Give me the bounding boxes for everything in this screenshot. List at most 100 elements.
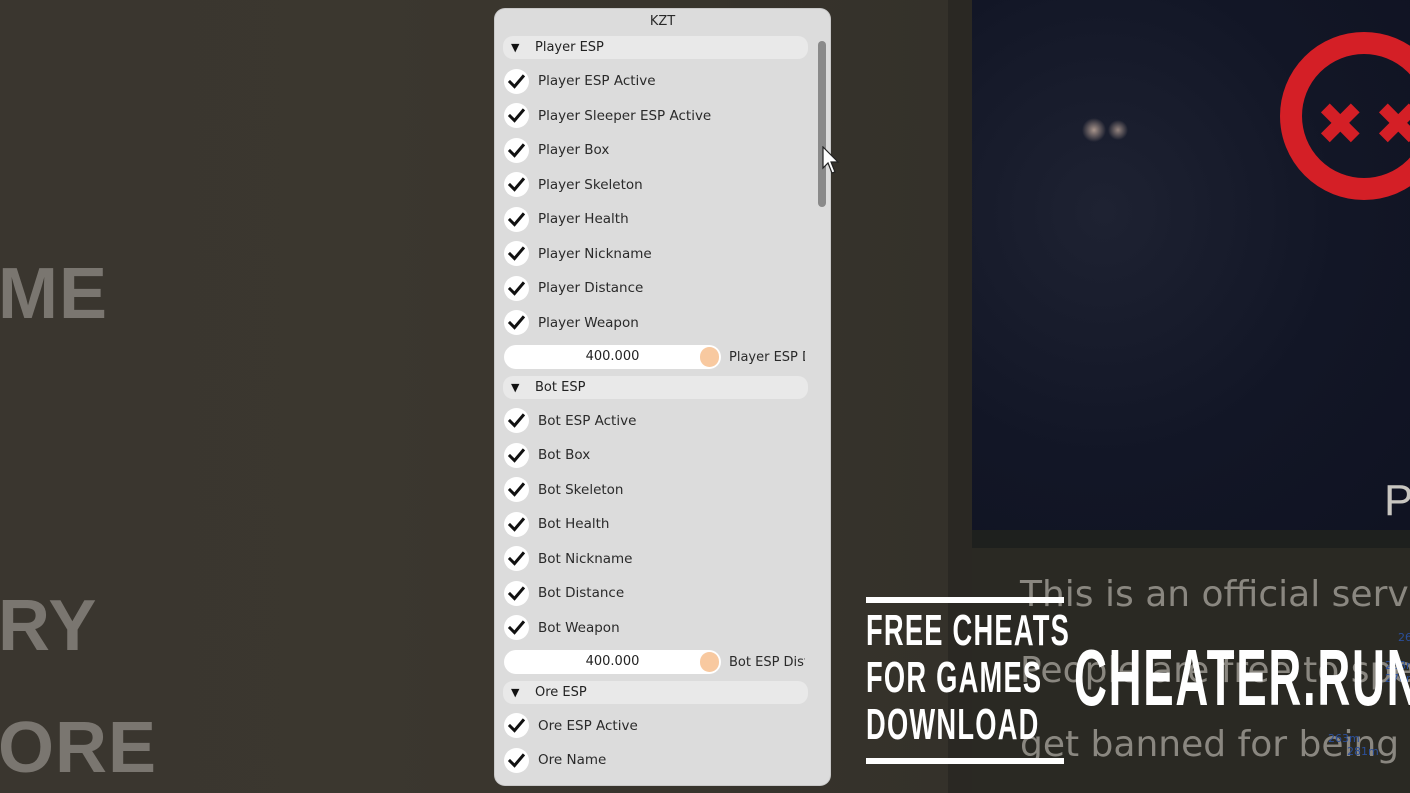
checkmark-icon <box>508 481 525 498</box>
checkmark-icon <box>508 717 525 734</box>
expand-triangle-icon: ▼ <box>511 41 520 54</box>
checkmark-icon <box>508 211 525 228</box>
esp-distance-label: 281m <box>1347 745 1379 758</box>
checkmark-icon <box>508 516 525 533</box>
watermark-rule-bottom <box>866 758 1064 764</box>
checkbox[interactable] <box>504 68 529 94</box>
settings-scroll-area: ▼ Player ESP Player ESP Active Player Sleep… <box>503 35 808 785</box>
checkbox[interactable] <box>504 615 529 641</box>
checkbox[interactable] <box>504 511 529 537</box>
checkbox-row[interactable]: Ore Name <box>503 743 808 778</box>
menu-item-store[interactable]: ORE <box>0 712 157 784</box>
checkmark-icon <box>508 752 525 769</box>
checkmark-icon <box>508 176 525 193</box>
checkbox-row[interactable]: Player Skeleton <box>503 168 808 203</box>
watermark-site: CHEATER.RUN <box>1074 633 1410 722</box>
checkmark-icon <box>508 447 525 464</box>
window-title[interactable]: KZT <box>495 9 830 35</box>
watermark-line: FREE CHEATS <box>866 606 1071 655</box>
checkbox-row[interactable]: Bot Nickname <box>503 542 808 577</box>
checkbox-row[interactable]: Bot Distance <box>503 576 808 611</box>
checkbox[interactable] <box>504 408 529 434</box>
checkbox-row[interactable]: Ore ESP Active <box>503 709 808 744</box>
checkbox-row[interactable]: Bot Box <box>503 438 808 473</box>
checkbox-label: Player Nickname <box>538 245 652 262</box>
menu-item-game[interactable]: ME <box>0 258 108 330</box>
checkbox-label: Player Weapon <box>538 314 639 331</box>
checkbox-label: Bot Distance <box>538 585 625 602</box>
checkbox-label: Player Box <box>538 142 610 159</box>
section-header[interactable]: ▼ Player ESP <box>503 36 808 59</box>
checkbox[interactable] <box>504 546 529 572</box>
slider-value: 400.000 <box>585 654 640 670</box>
checkbox[interactable] <box>504 442 529 468</box>
checkmark-icon <box>508 280 525 297</box>
checkbox-row[interactable]: Bot Skeleton <box>503 473 808 508</box>
checkbox[interactable] <box>504 206 529 232</box>
esp-distance-label: 263m <box>1328 732 1360 745</box>
checkbox[interactable] <box>504 241 529 267</box>
game-heading-partial: P <box>1384 476 1410 525</box>
checkbox-row[interactable]: Player Health <box>503 202 808 237</box>
checkmark-icon <box>508 245 525 262</box>
expand-triangle-icon: ▼ <box>511 380 520 394</box>
section-title: Bot ESP <box>535 379 586 395</box>
section-header[interactable]: ▼ Ore ESP <box>503 680 808 704</box>
watermark-line: DOWNLOAD <box>866 700 1040 749</box>
watermark-rule-top <box>866 597 1064 603</box>
checkbox-row[interactable]: Player Box <box>503 133 808 168</box>
checkbox-label: Player Skeleton <box>538 176 643 193</box>
checkbox[interactable] <box>504 310 529 336</box>
checkbox[interactable] <box>504 477 529 503</box>
slider-row: 400.000 Player ESP Distance <box>503 340 808 375</box>
checkmark-icon <box>508 107 525 124</box>
game-lights <box>1070 110 1150 150</box>
checkbox-row[interactable]: Bot Health <box>503 507 808 542</box>
checkmark-icon <box>508 585 525 602</box>
checkbox-label: Player Health <box>538 211 629 228</box>
slider-value: 400.000 <box>585 349 640 365</box>
checkbox-row[interactable]: Player Sleeper ESP Active <box>503 99 808 134</box>
checkbox-label: Ore ESP Active <box>538 717 638 734</box>
checkbox-label: Player Distance <box>538 280 644 297</box>
checkbox[interactable] <box>504 747 529 773</box>
checkbox-label: Bot Skeleton <box>538 481 624 498</box>
checkbox-label: Bot ESP Active <box>538 412 637 429</box>
checkbox-row[interactable]: Player Distance <box>503 271 808 306</box>
checkbox-row[interactable]: Player Weapon <box>503 306 808 341</box>
section-header[interactable]: ▼ Bot ESP <box>503 375 808 399</box>
checkmark-icon <box>508 142 525 159</box>
checkbox-row[interactable]: Bot ESP Active <box>503 404 808 439</box>
checkbox-row[interactable]: Player Nickname <box>503 237 808 272</box>
checkbox[interactable] <box>504 713 529 739</box>
scrollbar-thumb[interactable] <box>818 41 826 207</box>
checkbox-row[interactable]: Player ESP Active <box>503 64 808 99</box>
slider-label: Bot ESP Distance <box>729 654 805 670</box>
checkmark-icon <box>508 73 525 90</box>
checkbox[interactable] <box>504 580 529 606</box>
mouse-cursor-icon <box>822 146 840 174</box>
checkmark-icon <box>508 412 525 429</box>
expand-triangle-icon: ▼ <box>511 685 520 699</box>
distance-slider[interactable]: 400.000 <box>504 650 721 675</box>
watermark-line: FOR GAMES <box>866 653 1043 702</box>
checkmark-icon <box>508 314 525 331</box>
checkmark-icon <box>508 619 525 636</box>
menu-item-inventory[interactable]: RY <box>0 590 97 662</box>
section-title: Ore ESP <box>535 684 587 700</box>
section-title: Player ESP <box>535 40 604 55</box>
checkbox[interactable] <box>504 137 529 163</box>
checkbox-label: Bot Health <box>538 516 610 533</box>
checkbox-row[interactable]: Bot Weapon <box>503 611 808 646</box>
slider-grab-handle[interactable] <box>700 347 719 368</box>
checkbox[interactable] <box>504 103 529 129</box>
checkbox-label: Bot Nickname <box>538 550 633 567</box>
checkmark-icon <box>508 550 525 567</box>
slider-grab-handle[interactable] <box>700 652 719 673</box>
checkbox[interactable] <box>504 275 529 301</box>
checkbox-label: Player Sleeper ESP Active <box>538 107 712 124</box>
checkbox-label: Bot Box <box>538 447 591 464</box>
checkbox[interactable] <box>504 172 529 198</box>
distance-slider[interactable]: 400.000 <box>504 345 721 370</box>
slider-label: Player ESP Distance <box>729 349 805 365</box>
